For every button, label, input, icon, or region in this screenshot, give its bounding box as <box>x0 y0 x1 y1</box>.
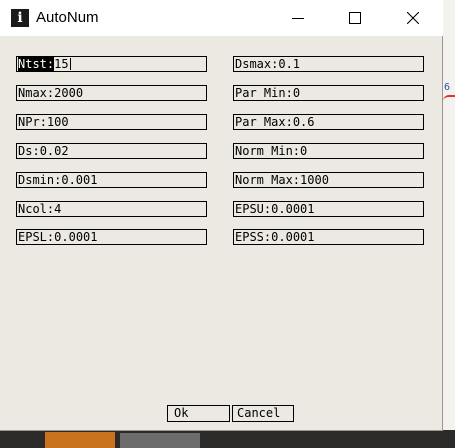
field-value[interactable]: 1000 <box>300 173 329 187</box>
maximize-icon <box>349 12 361 24</box>
field-value[interactable]: 4 <box>54 202 61 216</box>
field-label: Nmax <box>18 86 47 100</box>
field-label: Norm Min <box>235 144 293 158</box>
background-orange-area <box>45 432 115 448</box>
field-value[interactable]: 0 <box>293 86 300 100</box>
field-epsl[interactable]: EPSL:0.0001 <box>16 229 207 245</box>
field-nmax[interactable]: Nmax:2000 <box>16 85 207 101</box>
field-label: EPSL <box>18 230 47 244</box>
field-value[interactable]: 100 <box>47 115 69 129</box>
minimize-icon <box>292 18 304 19</box>
field-label: Par Min <box>235 86 286 100</box>
field-label: Par Max <box>235 115 286 129</box>
info-icon: i <box>11 9 29 27</box>
field-label: Ntst: <box>18 57 55 71</box>
field-npr[interactable]: NPr:100 <box>16 114 207 130</box>
ok-button[interactable]: Ok <box>167 405 230 422</box>
field-par-max[interactable]: Par Max:0.6 <box>233 114 424 130</box>
field-epss[interactable]: EPSS:0.0001 <box>233 229 424 245</box>
field-label: NPr <box>18 115 40 129</box>
title-bar[interactable]: i AutoNum <box>0 0 443 36</box>
close-button[interactable] <box>390 0 436 36</box>
field-ntst[interactable]: Ntst:15 <box>16 56 207 72</box>
field-label: Ds <box>18 144 33 158</box>
field-value[interactable]: 2000 <box>54 86 83 100</box>
field-norm-min[interactable]: Norm Min:0 <box>233 143 424 159</box>
field-par-min[interactable]: Par Min:0 <box>233 85 424 101</box>
field-label: Dsmax <box>235 57 272 71</box>
field-value[interactable]: 0.0001 <box>271 230 314 244</box>
close-icon <box>407 12 419 24</box>
background-window-edge <box>443 0 455 448</box>
window-title: AutoNum <box>36 9 99 26</box>
field-label: Norm Max <box>235 173 293 187</box>
field-norm-max[interactable]: Norm Max:1000 <box>233 172 424 188</box>
field-label: EPSS <box>235 230 264 244</box>
background-red-curve <box>443 95 455 103</box>
field-value[interactable]: 0 <box>300 144 307 158</box>
text-caret <box>69 58 71 70</box>
field-label: Ncol <box>18 202 47 216</box>
maximize-button[interactable] <box>332 0 378 36</box>
minimize-button[interactable] <box>275 0 321 36</box>
field-value[interactable]: 0.1 <box>278 57 300 71</box>
field-value[interactable]: 0.6 <box>293 115 315 129</box>
field-ds[interactable]: Ds:0.02 <box>16 143 207 159</box>
field-value[interactable]: 15 <box>54 57 68 71</box>
cancel-button[interactable]: Cancel <box>232 405 294 422</box>
field-dsmin[interactable]: Dsmin:0.001 <box>16 172 207 188</box>
field-dsmax[interactable]: Dsmax:0.1 <box>233 56 424 72</box>
autonum-dialog: i AutoNum Ntst:15 Nmax:2000 NPr:100 Ds:0… <box>0 0 443 431</box>
field-label: Dsmin <box>18 173 55 187</box>
field-value[interactable]: 0.001 <box>61 173 97 187</box>
field-ncol[interactable]: Ncol:4 <box>16 201 207 217</box>
background-gray-area <box>120 433 200 448</box>
background-text: 6 <box>444 82 451 93</box>
field-epsu[interactable]: EPSU:0.0001 <box>233 201 424 217</box>
field-value[interactable]: 0.0001 <box>54 230 97 244</box>
field-value[interactable]: 0.02 <box>40 144 69 158</box>
field-value[interactable]: 0.0001 <box>271 202 314 216</box>
field-label: EPSU <box>235 202 264 216</box>
